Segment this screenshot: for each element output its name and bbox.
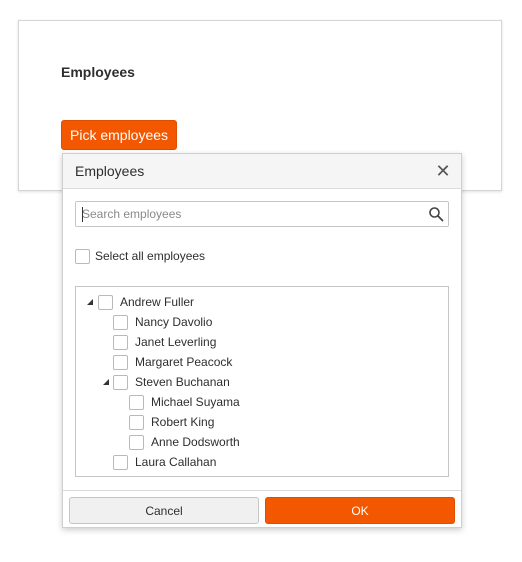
dialog-footer: Cancel OK <box>63 490 461 527</box>
employees-dialog: Employees ✕ Select all employees Andrew … <box>62 153 462 528</box>
tree-item-nancy-davolio[interactable]: Nancy Davolio <box>113 313 212 331</box>
employees-tree: Andrew Fuller Nancy Davolio Janet Leverl… <box>75 286 449 477</box>
tree-item-robert-king[interactable]: Robert King <box>129 413 214 431</box>
tree-item-checkbox[interactable] <box>129 414 144 430</box>
text-cursor <box>82 207 83 222</box>
tree-item-label: Laura Callahan <box>135 455 217 469</box>
tree-item-label: Robert King <box>151 415 215 429</box>
search-icon[interactable] <box>428 206 444 222</box>
tree-item-label: Andrew Fuller <box>120 295 195 309</box>
select-all-checkbox[interactable] <box>75 248 90 264</box>
tree-item-andrew-fuller[interactable]: Andrew Fuller <box>98 293 194 311</box>
card-title: Employees <box>61 64 135 80</box>
ok-button[interactable]: OK <box>265 497 455 524</box>
collapse-arrow-icon[interactable] <box>102 378 110 386</box>
tree-item-checkbox[interactable] <box>113 454 128 470</box>
pick-employees-button[interactable]: Pick employees <box>61 120 178 150</box>
collapse-arrow-icon[interactable] <box>86 298 94 306</box>
cancel-button[interactable]: Cancel <box>69 497 259 524</box>
tree-item-anne-dodsworth[interactable]: Anne Dodsworth <box>129 433 240 451</box>
tree-item-label: Nancy Davolio <box>135 315 213 329</box>
tree-item-janet-leverling[interactable]: Janet Leverling <box>113 333 216 351</box>
tree-item-label: Michael Suyama <box>151 395 240 409</box>
tree-item-label: Margaret Peacock <box>135 355 233 369</box>
tree-item-checkbox[interactable] <box>98 294 113 310</box>
tree-item-checkbox[interactable] <box>129 434 144 450</box>
tree-item-label: Janet Leverling <box>135 335 217 349</box>
tree-item-michael-suyama[interactable]: Michael Suyama <box>129 393 240 411</box>
tree-item-label: Steven Buchanan <box>135 375 230 389</box>
select-all-row[interactable]: Select all employees <box>75 248 205 264</box>
select-all-label: Select all employees <box>95 249 206 263</box>
tree-item-label: Anne Dodsworth <box>151 435 240 449</box>
dialog-header: Employees ✕ <box>63 154 461 189</box>
tree-item-checkbox[interactable] <box>129 394 144 410</box>
tree-item-steven-buchanan[interactable]: Steven Buchanan <box>113 373 230 391</box>
tree-item-margaret-peacock[interactable]: Margaret Peacock <box>113 353 232 371</box>
tree-item-checkbox[interactable] <box>113 354 128 370</box>
search-box <box>75 201 449 227</box>
tree-item-checkbox[interactable] <box>113 334 128 350</box>
tree-item-laura-callahan[interactable]: Laura Callahan <box>113 453 216 471</box>
dialog-title: Employees <box>75 163 145 179</box>
tree-item-checkbox[interactable] <box>113 314 128 330</box>
tree-item-checkbox[interactable] <box>113 374 128 390</box>
close-icon[interactable]: ✕ <box>433 161 453 181</box>
search-input[interactable] <box>82 204 412 224</box>
